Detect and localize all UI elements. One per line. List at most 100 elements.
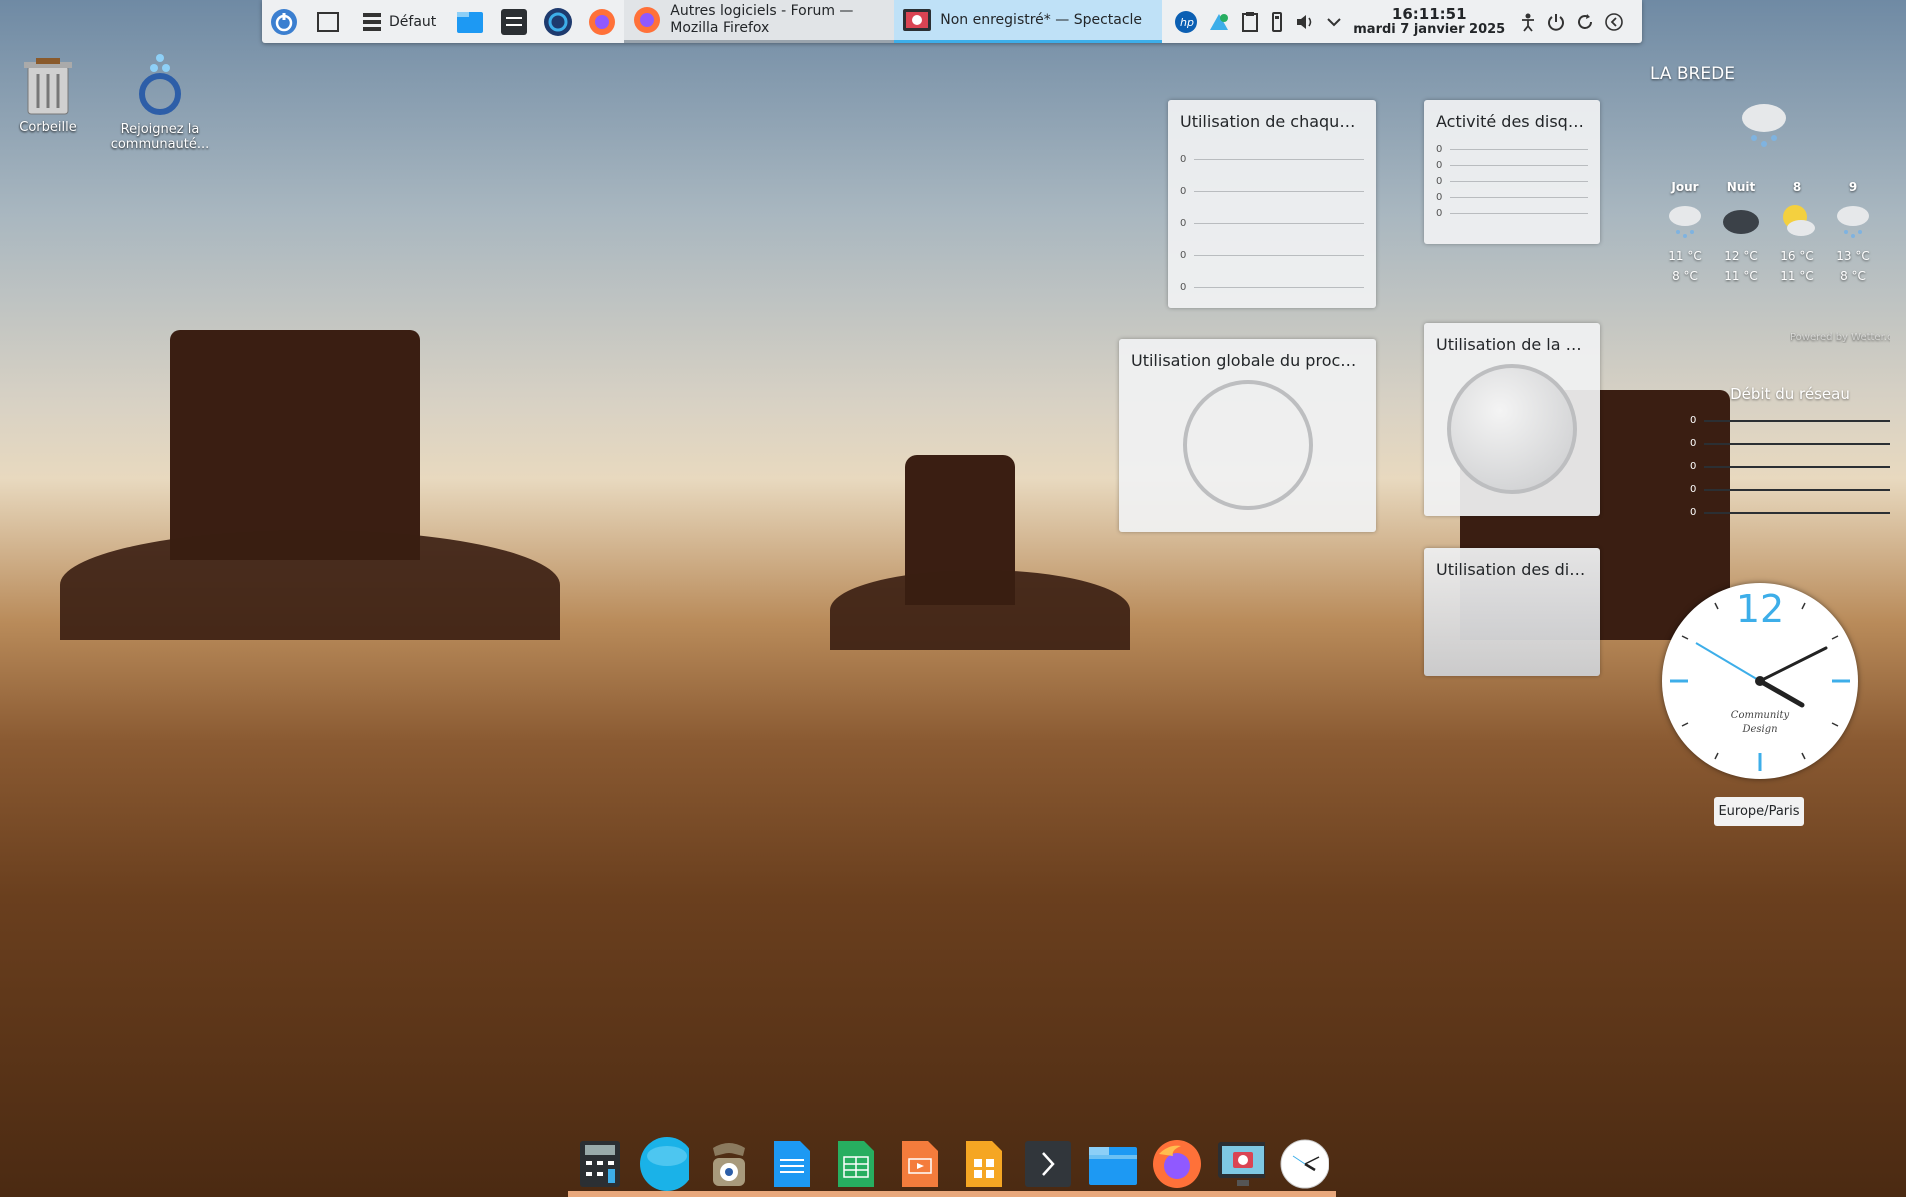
sun-cloud-icon [1783, 205, 1815, 236]
graph-line: 0 [1436, 141, 1588, 157]
usb-device-icon[interactable] [1269, 11, 1285, 33]
analog-clock-widget[interactable]: 12 Community Design [1662, 583, 1858, 779]
impress-icon[interactable] [895, 1139, 945, 1189]
digital-clock[interactable]: 16:11:51 mardi 7 janvier 2025 [1353, 6, 1506, 37]
graph-line: 0 [1180, 239, 1364, 271]
weather-location: LA BREDE [1650, 64, 1735, 84]
power-icon[interactable] [1546, 12, 1566, 32]
hp-printer-icon[interactable]: hp [1174, 10, 1198, 34]
desktop-icon-label: Corbeille [19, 120, 77, 135]
memory-gauge-ring [1447, 364, 1577, 494]
left-butte [170, 330, 420, 560]
desktop-icon-trash[interactable]: Corbeille [0, 56, 98, 135]
forecast-high: 13 °C [1836, 249, 1870, 263]
desktop-icon-community[interactable]: Rejoignez la communauté... [110, 52, 210, 152]
widget-memory[interactable]: Utilisation de la m... [1424, 323, 1600, 516]
apps-icon[interactable] [959, 1139, 1009, 1189]
browser-icon[interactable] [639, 1136, 689, 1191]
network-widget[interactable]: Débit du réseau 0 0 0 0 0 [1690, 385, 1890, 524]
widget-cpu-each[interactable]: Utilisation de chaque c... 0 0 0 0 0 [1168, 100, 1376, 308]
graph-line: 0 [1436, 157, 1588, 173]
clock-brand-line: Community [1730, 710, 1790, 721]
graph-line: 0 [1180, 271, 1364, 303]
forecast-label: 8 [1792, 180, 1802, 194]
widget-disks[interactable]: Utilisation des dis... [1424, 548, 1600, 676]
phone-icon[interactable] [703, 1139, 753, 1189]
timezone-label: Europe/Paris [1714, 797, 1804, 826]
taskbar-item-label: Autres logiciels - Forum — Mozilla Firef… [670, 3, 854, 36]
graph-line: 0 [1180, 143, 1364, 175]
left-butte-base [60, 530, 560, 640]
graph-line: 0 [1690, 501, 1890, 524]
forecast-label: Nuit [1726, 180, 1756, 194]
forecast-low: 11 °C [1724, 269, 1758, 283]
terminal-icon[interactable] [1023, 1139, 1073, 1189]
refresh-icon[interactable] [1575, 12, 1595, 32]
spectacle-icon[interactable] [1215, 1139, 1265, 1189]
back-arrow-icon[interactable] [1604, 12, 1624, 32]
network-manager-icon[interactable] [1207, 10, 1231, 34]
dock-base [568, 1191, 1336, 1197]
volume-icon[interactable] [1294, 11, 1316, 33]
spectacle-icon [903, 9, 932, 31]
bottom-dock [568, 1130, 1336, 1197]
forecast-label: Jour [1671, 180, 1699, 194]
chevron-down-icon[interactable] [1325, 13, 1343, 31]
forecast-label: 9 [1848, 180, 1858, 194]
firefox-icon[interactable] [1151, 1139, 1201, 1189]
trash-icon [24, 58, 72, 115]
taskbar-item-label: Non enregistré* — Spectacle [940, 11, 1143, 28]
clipboard-icon[interactable] [1240, 11, 1260, 33]
firefox-launcher-icon[interactable] [587, 7, 617, 37]
show-desktop-icon[interactable] [313, 7, 343, 37]
settings-icon[interactable] [499, 7, 529, 37]
dark-cloud-icon [1723, 210, 1759, 234]
system-tray: hp [1174, 10, 1343, 34]
top-panel: Défaut Autres logiciels - Forum — Mozill… [262, 0, 1642, 43]
forecast-column: Jour 11 °C 8 °C [1657, 180, 1713, 283]
svg-text:hp: hp [1180, 16, 1194, 29]
widget-disk-activity[interactable]: Activité des disqu... 0 0 0 0 0 [1424, 100, 1600, 244]
dolphin-icon[interactable] [455, 7, 485, 37]
graph-line: 0 [1690, 455, 1890, 478]
clock-brand-line: Design [1742, 724, 1778, 735]
widget-title: Utilisation globale du proces... [1131, 351, 1364, 370]
taskbar-item-spectacle[interactable]: Non enregistré* — Spectacle [894, 0, 1163, 43]
forecast-high: 11 °C [1668, 249, 1702, 263]
kde-launcher-icon[interactable] [269, 7, 299, 37]
clock-date: mardi 7 janvier 2025 [1353, 21, 1506, 37]
widget-cpu-global[interactable]: Utilisation globale du proces... [1119, 339, 1376, 532]
graph-line: 0 [1690, 409, 1890, 432]
forecast-low: 11 °C [1780, 269, 1814, 283]
graph-line: 0 [1690, 478, 1890, 501]
cpu-gauge-ring [1182, 380, 1313, 510]
writer-icon[interactable] [767, 1139, 817, 1189]
accessibility-icon[interactable] [1519, 12, 1537, 32]
pager-icon[interactable] [357, 7, 387, 37]
calc-icon[interactable] [831, 1139, 881, 1189]
desktop-name-label[interactable]: Défaut [389, 14, 436, 30]
firefox-icon [634, 7, 661, 33]
graph-line: 0 [1180, 175, 1364, 207]
discover-icon[interactable] [543, 7, 573, 37]
current-weather-icon [1742, 104, 1786, 147]
desktop-icon-label: Rejoignez la communauté... [110, 122, 210, 152]
snow-rain-icon [1837, 206, 1869, 238]
graph-line: 0 [1436, 173, 1588, 189]
graph-line: 0 [1436, 189, 1588, 205]
widget-title: Utilisation de la m... [1436, 335, 1588, 354]
forecast-high: 16 °C [1780, 249, 1814, 263]
forecast-column: 9 13 °C 8 °C [1825, 180, 1881, 283]
widget-title: Activité des disqu... [1436, 112, 1588, 131]
graph-line: 0 [1180, 207, 1364, 239]
snow-rain-icon [1669, 206, 1701, 238]
clock-icon[interactable] [1279, 1139, 1329, 1189]
taskbar-item-firefox[interactable]: Autres logiciels - Forum — Mozilla Firef… [624, 0, 895, 43]
forecast-column: 8 16 °C 11 °C [1769, 180, 1825, 283]
forecast-low: 8 °C [1840, 269, 1866, 283]
widget-title: Utilisation de chaque c... [1180, 112, 1364, 131]
widget-title: Utilisation des dis... [1436, 560, 1588, 579]
weather-provider[interactable]: Powered by Wetter.com [1790, 332, 1890, 343]
folder-icon[interactable] [1087, 1139, 1137, 1189]
calculator-icon[interactable] [575, 1139, 625, 1189]
